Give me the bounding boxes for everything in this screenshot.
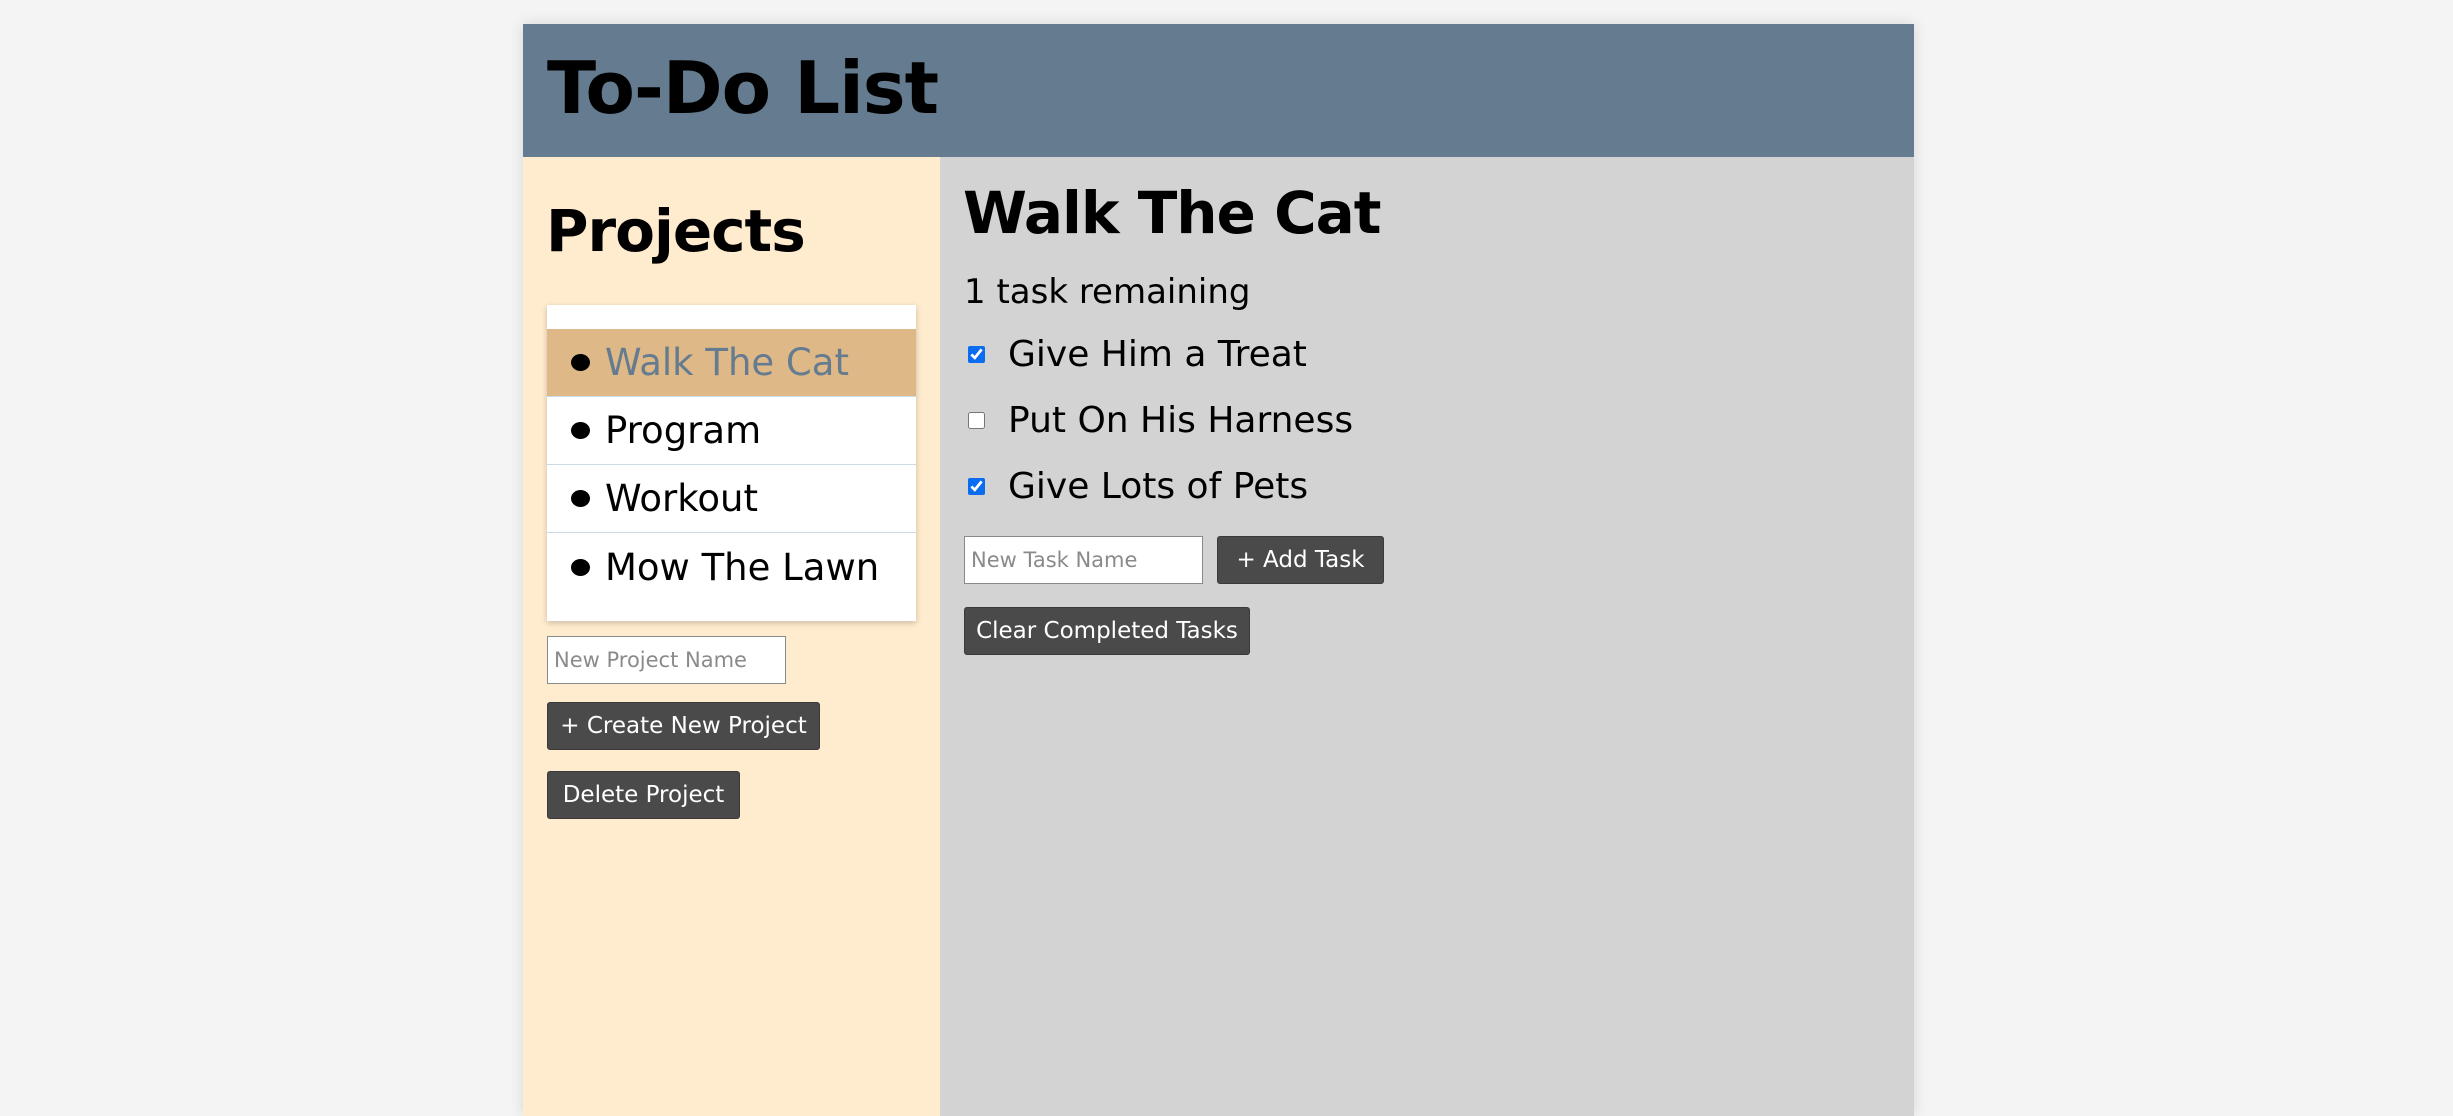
clear-completed-button[interactable]: Clear Completed Tasks xyxy=(964,607,1250,655)
todo-app: To-Do List Projects Walk The Cat Program… xyxy=(523,24,1914,1116)
projects-sidebar: Projects Walk The Cat Program Workout Mo… xyxy=(523,157,940,1116)
task-label: Put On His Harness xyxy=(1008,400,1354,441)
project-label: Workout xyxy=(605,477,758,520)
delete-project-button[interactable]: Delete Project xyxy=(547,771,740,819)
projects-heading: Projects xyxy=(546,197,806,265)
task-label: Give Lots of Pets xyxy=(1008,466,1309,507)
task-item[interactable]: Give Him a Treat xyxy=(968,334,1307,375)
bullet-icon xyxy=(571,490,590,507)
bullet-icon xyxy=(571,422,590,439)
project-label: Program xyxy=(605,409,762,452)
task-item[interactable]: Put On His Harness xyxy=(968,400,1353,441)
project-list: Walk The Cat Program Workout Mow The Law… xyxy=(547,305,916,621)
add-task-button[interactable]: + Add Task xyxy=(1217,536,1384,584)
bullet-icon xyxy=(571,558,590,576)
task-checkbox[interactable] xyxy=(968,346,985,363)
project-item-walk-the-cat[interactable]: Walk The Cat xyxy=(547,329,916,397)
app-title: To-Do List xyxy=(547,46,939,130)
bullet-icon xyxy=(571,354,590,371)
task-checkbox[interactable] xyxy=(968,412,985,429)
task-label: Give Him a Treat xyxy=(1008,334,1307,375)
project-item-mow-the-lawn[interactable]: Mow The Lawn xyxy=(547,533,916,601)
project-title: Walk The Cat xyxy=(963,179,1382,247)
app-header: To-Do List xyxy=(523,24,1914,157)
task-checkbox[interactable] xyxy=(968,478,985,495)
new-task-input[interactable] xyxy=(964,536,1203,584)
task-item[interactable]: Give Lots of Pets xyxy=(968,466,1308,507)
project-label: Mow The Lawn xyxy=(605,545,880,589)
create-project-button[interactable]: + Create New Project xyxy=(547,702,820,750)
project-item-workout[interactable]: Workout xyxy=(547,465,916,533)
project-label: Walk The Cat xyxy=(605,341,849,384)
tasks-remaining: 1 task remaining xyxy=(964,272,1251,312)
new-project-input[interactable] xyxy=(547,636,786,684)
project-item-program[interactable]: Program xyxy=(547,397,916,465)
task-panel: Walk The Cat 1 task remaining Give Him a… xyxy=(940,157,1914,1116)
